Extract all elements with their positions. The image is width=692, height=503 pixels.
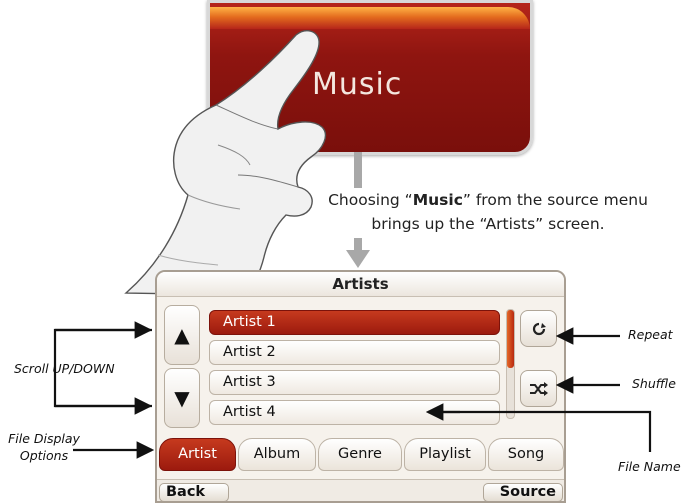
callout-file-display-line2: Options (19, 448, 69, 463)
callout-lines (53, 321, 652, 459)
callout-file-display: File Display Options (4, 430, 84, 464)
callout-scroll: Scroll UP/DOWN (14, 361, 115, 376)
callout-repeat: Repeat (628, 327, 673, 342)
callout-file-name: File Name (618, 459, 681, 474)
callout-file-display-line1: File Display (8, 431, 80, 446)
callout-shuffle: Shuffle (632, 376, 676, 391)
